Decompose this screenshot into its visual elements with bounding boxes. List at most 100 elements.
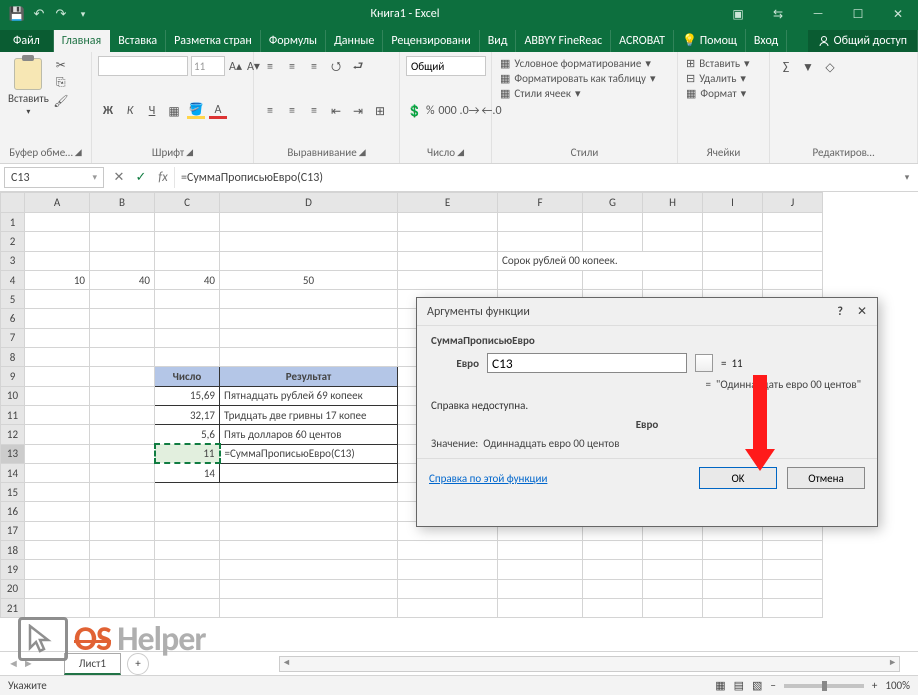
tab-file[interactable]: Файл: [0, 30, 54, 52]
tab-review[interactable]: Рецензировани: [383, 30, 479, 52]
align-right-icon[interactable]: ≡: [305, 103, 323, 119]
delete-cells-button[interactable]: ⊟ Удалить ▾: [684, 71, 763, 86]
col-G[interactable]: G: [583, 193, 643, 213]
zoom-slider[interactable]: [784, 684, 864, 688]
expand-formula-icon[interactable]: ▾: [896, 172, 918, 183]
dialog-close-icon[interactable]: ✕: [857, 304, 867, 319]
view-break-icon[interactable]: ▧: [752, 679, 762, 692]
dialog-help-icon[interactable]: ?: [837, 305, 843, 319]
arg-input[interactable]: [487, 353, 687, 373]
dialog-titlebar[interactable]: Аргументы функции ? ✕: [417, 298, 877, 326]
horizontal-scrollbar[interactable]: [279, 656, 900, 672]
insert-cells-button[interactable]: ⊞ Вставить ▾: [684, 56, 763, 71]
wrap-text-icon[interactable]: ⮐: [349, 59, 367, 75]
tab-insert[interactable]: Вставка: [110, 30, 166, 52]
tab-layout[interactable]: Разметка стран: [166, 30, 261, 52]
tab-help[interactable]: 💡 Помощ: [674, 29, 746, 52]
status-text: Укажите: [8, 679, 47, 692]
font-size-select[interactable]: [191, 56, 225, 76]
orientation-icon[interactable]: ⭯: [327, 59, 345, 75]
font-family-select[interactable]: [98, 56, 188, 76]
view-page-icon[interactable]: ▤: [734, 679, 744, 692]
format-painter-icon[interactable]: 🖌: [52, 93, 70, 109]
conditional-formatting-button[interactable]: ▦ Условное форматирование ▾: [498, 56, 671, 71]
cancel-formula-icon[interactable]: ✕: [108, 170, 130, 185]
tab-login[interactable]: Вход: [746, 30, 787, 52]
decimal-inc-icon[interactable]: .0→: [461, 103, 479, 119]
cursor-icon: [18, 617, 68, 661]
maximize-icon[interactable]: ☐: [838, 0, 878, 28]
col-H[interactable]: H: [643, 193, 703, 213]
currency-icon[interactable]: 💲: [407, 103, 422, 119]
increase-indent-icon[interactable]: ⇥: [349, 103, 367, 119]
merge-icon[interactable]: ⊞: [371, 103, 389, 119]
col-D[interactable]: D: [220, 193, 398, 213]
arg-name: Евро: [431, 418, 863, 431]
group-font: A▴ A▾ Ж К Ч ▦ 🪣 A Шрифт◢: [92, 52, 254, 163]
formula-input[interactable]: =СуммаПрописьюЕвро(C13): [174, 167, 896, 188]
cut-icon[interactable]: ✂: [52, 57, 70, 73]
function-help-link[interactable]: Справка по этой функции: [429, 472, 689, 485]
underline-icon[interactable]: Ч: [143, 103, 161, 119]
fill-icon[interactable]: ▼: [799, 59, 817, 75]
tab-home[interactable]: Главная: [54, 30, 110, 52]
col-F[interactable]: F: [498, 193, 583, 213]
cell-styles-button[interactable]: ▦ Стили ячеек ▾: [498, 86, 671, 101]
bold-icon[interactable]: Ж: [99, 103, 117, 119]
tab-acrobat[interactable]: ACROBAT: [611, 30, 674, 52]
italic-icon[interactable]: К: [121, 103, 139, 119]
save-icon[interactable]: 💾: [8, 5, 26, 23]
share-button[interactable]: Общий доступ: [808, 30, 918, 52]
align-center-icon[interactable]: ≡: [283, 103, 301, 119]
zoom-value[interactable]: 100%: [885, 679, 910, 692]
tab-view[interactable]: Вид: [480, 30, 517, 52]
window-title: Книга1 - Excel: [92, 7, 718, 21]
name-box[interactable]: C13▾: [4, 167, 104, 188]
percent-icon[interactable]: %: [426, 103, 435, 119]
col-J[interactable]: J: [763, 193, 823, 213]
sum-icon[interactable]: ∑: [777, 59, 795, 75]
format-cells-button[interactable]: ▦ Формат ▾: [684, 86, 763, 101]
undo-icon[interactable]: ↶: [30, 5, 48, 23]
col-C[interactable]: C: [155, 193, 220, 213]
ribbon-tabs: Файл Главная Вставка Разметка стран Форм…: [0, 28, 918, 52]
close-icon[interactable]: ✕: [878, 0, 918, 28]
tab-abbyy[interactable]: ABBYY FineReaс: [516, 30, 611, 52]
number-format-select[interactable]: [406, 56, 486, 76]
fx-icon[interactable]: fx: [152, 170, 174, 185]
zoom-out-icon[interactable]: −: [770, 679, 775, 692]
zoom-in-icon[interactable]: +: [872, 679, 877, 692]
col-I[interactable]: I: [703, 193, 763, 213]
tab-data[interactable]: Данные: [326, 30, 383, 52]
border-icon[interactable]: ▦: [165, 103, 183, 119]
tab-formulas[interactable]: Формулы: [261, 30, 326, 52]
format-as-table-button[interactable]: ▦ Форматировать как таблицу ▾: [498, 71, 671, 86]
fill-color-icon[interactable]: 🪣: [187, 103, 205, 119]
redo-icon[interactable]: ↷: [52, 5, 70, 23]
link-icon[interactable]: ⇆: [758, 0, 798, 28]
paste-button[interactable]: Вставить▾: [6, 56, 51, 119]
enter-formula-icon[interactable]: ✓: [130, 170, 152, 185]
ribbon-options-icon[interactable]: ▣: [718, 0, 758, 28]
decrease-indent-icon[interactable]: ⇤: [327, 103, 345, 119]
copy-icon[interactable]: ⎘: [52, 75, 70, 91]
align-middle-icon[interactable]: ≡: [283, 59, 301, 75]
col-B[interactable]: B: [90, 193, 155, 213]
cancel-button[interactable]: Отмена: [787, 467, 865, 489]
align-left-icon[interactable]: ≡: [261, 103, 279, 119]
qat-chevron-down-icon[interactable]: ▾: [74, 5, 92, 23]
formula-bar: C13▾ ✕ ✓ fx =СуммаПрописьюЕвро(C13) ▾: [0, 164, 918, 192]
clear-icon[interactable]: ◇: [821, 59, 839, 75]
align-top-icon[interactable]: ≡: [261, 59, 279, 75]
minimize-icon[interactable]: —: [798, 0, 838, 28]
range-selector-icon[interactable]: [695, 354, 713, 372]
function-name: СуммаПрописьюЕвро: [431, 334, 863, 347]
view-normal-icon[interactable]: ▦: [715, 679, 725, 692]
group-clipboard: Вставить▾ ✂ ⎘ 🖌 Буфер обме…◢: [0, 52, 92, 163]
font-color-icon[interactable]: A: [209, 103, 227, 119]
align-bottom-icon[interactable]: ≡: [305, 59, 323, 75]
comma-icon[interactable]: 000: [439, 103, 457, 119]
col-A[interactable]: A: [25, 193, 90, 213]
col-E[interactable]: E: [398, 193, 498, 213]
increase-font-icon[interactable]: A▴: [229, 58, 242, 74]
